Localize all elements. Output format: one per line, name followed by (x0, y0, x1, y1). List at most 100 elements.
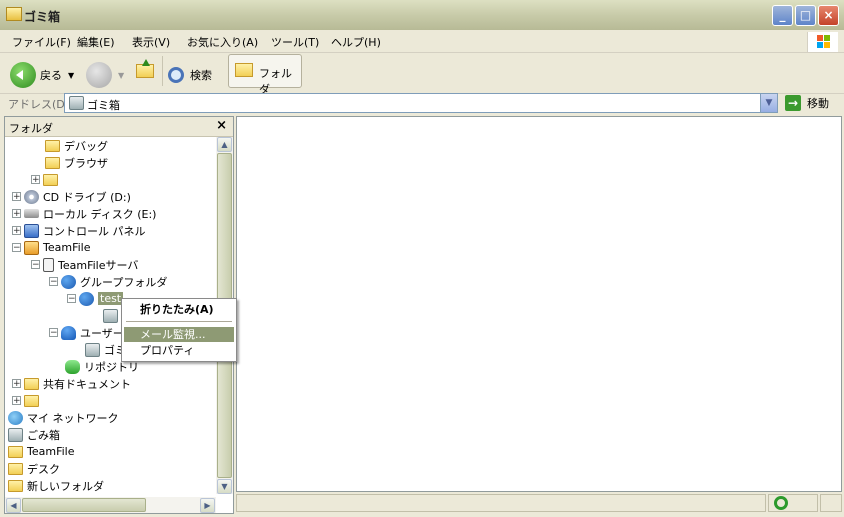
scroll-up-icon[interactable]: ▲ (217, 137, 232, 152)
tree-item-label: マイ ネットワーク (27, 411, 119, 425)
recycle-bin-icon (69, 96, 84, 110)
tree-item-label: TeamFile (27, 445, 75, 458)
tree-item-local-disk[interactable]: + ローカル ディスク (E:) (12, 205, 156, 222)
context-menu-separator (126, 321, 232, 322)
tree-item-teamfile[interactable]: − TeamFile (12, 239, 90, 256)
tree-item-label-selected: test (98, 292, 124, 305)
tree-item-group-folder[interactable]: − グループフォルダ (49, 273, 167, 290)
tree-item-users[interactable]: − ユーザー (49, 324, 124, 341)
tree-item-folder[interactable]: + (31, 171, 62, 188)
menu-favorites[interactable]: お気に入り(A) (187, 34, 258, 50)
up-folder-button[interactable] (136, 59, 154, 79)
title-bar[interactable]: ゴミ箱 _ □ × (0, 0, 844, 31)
toolbar: 戻る ▼ ▼ 検索 フォルダ (0, 53, 844, 96)
back-button[interactable]: 戻る ▼ (10, 57, 74, 93)
expand-icon[interactable]: + (12, 396, 21, 406)
search-label: 検索 (190, 69, 212, 82)
expand-icon[interactable]: + (12, 226, 21, 236)
scroll-right-icon[interactable]: ▶ (200, 498, 215, 513)
tree-item-teamfile-server[interactable]: − TeamFileサーバ (31, 256, 138, 273)
folder-icon (8, 445, 23, 458)
address-input[interactable]: ゴミ箱 ▼ (64, 93, 778, 113)
expand-icon[interactable]: + (12, 192, 21, 202)
address-bar: アドレス(D) ゴミ箱 ▼ → 移動 (0, 93, 844, 115)
recycle-bin-icon (8, 427, 23, 442)
back-arrow-icon (10, 62, 36, 88)
scrollbar-thumb[interactable] (22, 498, 146, 512)
recycle-bin-window-icon (6, 7, 22, 21)
tree-item-label: コントロール パネル (43, 224, 146, 238)
context-mail-watch[interactable]: メール監視... (124, 327, 234, 342)
menu-tools[interactable]: ツール(T) (271, 34, 319, 50)
collapse-icon[interactable]: − (31, 260, 40, 270)
folders-button[interactable]: フォルダ (228, 54, 302, 96)
collapse-icon[interactable]: − (12, 243, 21, 253)
expand-icon[interactable]: + (12, 209, 21, 219)
tree-item-test-trash[interactable] (103, 307, 122, 324)
folder-icon (45, 139, 60, 152)
context-properties[interactable]: プロパティ (124, 343, 234, 358)
menu-file[interactable]: ファイル(F) (12, 34, 71, 50)
address-dropdown-icon[interactable]: ▼ (760, 94, 777, 112)
collapse-icon[interactable]: − (67, 294, 76, 304)
collapse-icon[interactable]: − (49, 277, 58, 287)
content-pane[interactable] (236, 116, 842, 492)
folder-icon (8, 462, 23, 475)
address-label: アドレス(D) (8, 98, 70, 111)
tree-item-teamfile-folder[interactable]: TeamFile (8, 443, 74, 460)
folder-icon (8, 479, 23, 492)
status-bar (236, 492, 842, 514)
tree-item-new-folder[interactable]: 新しいフォルダ (8, 477, 104, 494)
tree-item-control-panel[interactable]: + コントロール パネル (12, 222, 146, 239)
tree-item-browser[interactable]: ブラウザ (45, 154, 108, 171)
server-icon (43, 257, 54, 272)
tree-item-users-trash[interactable]: ゴミ (85, 341, 126, 358)
toolbar-separator (162, 56, 163, 86)
context-collapse[interactable]: 折りたたみ(A) (124, 302, 234, 317)
menu-bar: ファイル(F) 編集(E) 表示(V) お気に入り(A) ツール(T) ヘルプ(… (0, 30, 844, 53)
status-refresh-icon (774, 496, 788, 510)
minimize-button[interactable]: _ (772, 5, 793, 26)
scroll-down-icon[interactable]: ▼ (217, 479, 232, 494)
folder-pane-close-button[interactable]: × (216, 118, 227, 133)
menu-help[interactable]: ヘルプ(H) (331, 34, 381, 50)
tree-item-label: グループフォルダ (80, 275, 168, 289)
menu-view[interactable]: 表示(V) (132, 34, 170, 50)
repository-icon (65, 359, 80, 374)
user-icon (61, 325, 76, 340)
status-grip-cell (820, 494, 842, 512)
recycle-bin-icon (85, 342, 100, 357)
tree-item-label: 共有ドキュメント (43, 377, 131, 391)
forward-button[interactable]: ▼ (86, 57, 124, 93)
go-label: 移動 (807, 97, 829, 110)
tree-item-my-network[interactable]: マイ ネットワーク (8, 409, 119, 426)
go-button[interactable]: → 移動 (785, 94, 843, 112)
tree-item-label: TeamFile (43, 241, 91, 254)
tree-item-recycle-bin[interactable]: ごみ箱 (8, 426, 60, 443)
expand-icon[interactable]: + (31, 175, 40, 185)
tree-item-desk[interactable]: デスク (8, 460, 60, 477)
tree-item-folder-2[interactable]: + (12, 392, 43, 409)
menu-edit[interactable]: 編集(E) (77, 34, 115, 50)
tree-item-cd-drive[interactable]: + CD ドライブ (D:) (12, 188, 131, 205)
forward-dropdown-icon[interactable]: ▼ (118, 71, 124, 80)
tree-item-test[interactable]: − test (67, 290, 124, 307)
search-button[interactable]: 検索 (168, 57, 212, 93)
scroll-left-icon[interactable]: ◀ (6, 498, 21, 513)
tree-item-label: 新しいフォルダ (27, 479, 104, 493)
window-title: ゴミ箱 (24, 10, 61, 24)
tree-horizontal-scrollbar[interactable]: ◀ ▶ (5, 497, 216, 513)
back-dropdown-icon[interactable]: ▼ (68, 71, 74, 80)
search-icon (168, 67, 184, 83)
maximize-button[interactable]: □ (795, 5, 816, 26)
expand-icon[interactable]: + (12, 379, 21, 389)
close-button[interactable]: × (818, 5, 839, 26)
collapse-icon[interactable]: − (49, 328, 58, 338)
tree-item-shared-documents[interactable]: + 共有ドキュメント (12, 375, 131, 392)
network-icon (8, 410, 23, 425)
folder-icon (24, 394, 39, 407)
folder-pane-header: フォルダ × (5, 117, 233, 137)
tree-item-label: デスク (27, 462, 60, 476)
tree-item-label: ユーザー (80, 326, 124, 340)
tree-item-debug[interactable]: デバッグ (45, 137, 108, 154)
